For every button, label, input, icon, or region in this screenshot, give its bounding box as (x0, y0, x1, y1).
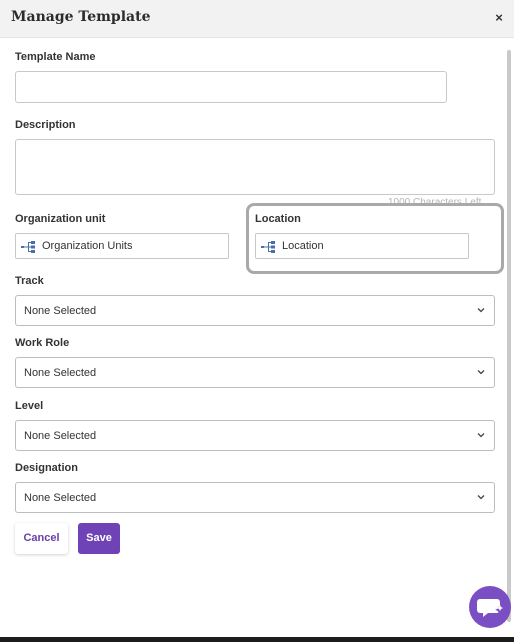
work-role-label: Work Role (15, 337, 70, 349)
organization-unit-label: Organization unit (15, 213, 106, 225)
location-focus-highlight (246, 203, 504, 274)
description-textarea[interactable] (15, 139, 495, 195)
track-select[interactable]: None Selected (15, 295, 495, 326)
designation-label: Designation (15, 462, 78, 474)
chevron-down-icon (477, 308, 485, 313)
work-role-value: None Selected (24, 367, 97, 379)
level-label: Level (15, 400, 44, 412)
close-icon[interactable]: × (493, 11, 505, 25)
track-label: Track (15, 275, 44, 287)
chevron-down-icon (477, 433, 485, 438)
level-select[interactable]: None Selected (15, 420, 495, 451)
level-value: None Selected (24, 430, 97, 442)
chat-button[interactable] (469, 586, 511, 628)
organization-unit-value: Organization Units (42, 240, 133, 252)
bottom-bar (0, 637, 514, 642)
chevron-down-icon (477, 495, 485, 500)
scrollbar[interactable] (507, 50, 511, 622)
designation-value: None Selected (24, 492, 97, 504)
chevron-down-icon (477, 370, 485, 375)
track-value: None Selected (24, 305, 97, 317)
description-label: Description (15, 119, 76, 131)
template-name-input[interactable] (15, 71, 447, 103)
organization-unit-picker[interactable]: Organization Units (15, 233, 229, 259)
chat-icon (477, 599, 503, 617)
designation-select[interactable]: None Selected (15, 482, 495, 513)
save-button[interactable]: Save (78, 523, 120, 554)
work-role-select[interactable]: None Selected (15, 357, 495, 388)
cancel-button[interactable]: Cancel (15, 523, 68, 554)
modal-header: Manage Template × (0, 0, 514, 38)
tree-icon (21, 240, 36, 253)
modal-title: Manage Template (11, 9, 151, 25)
template-name-label: Template Name (15, 51, 96, 63)
